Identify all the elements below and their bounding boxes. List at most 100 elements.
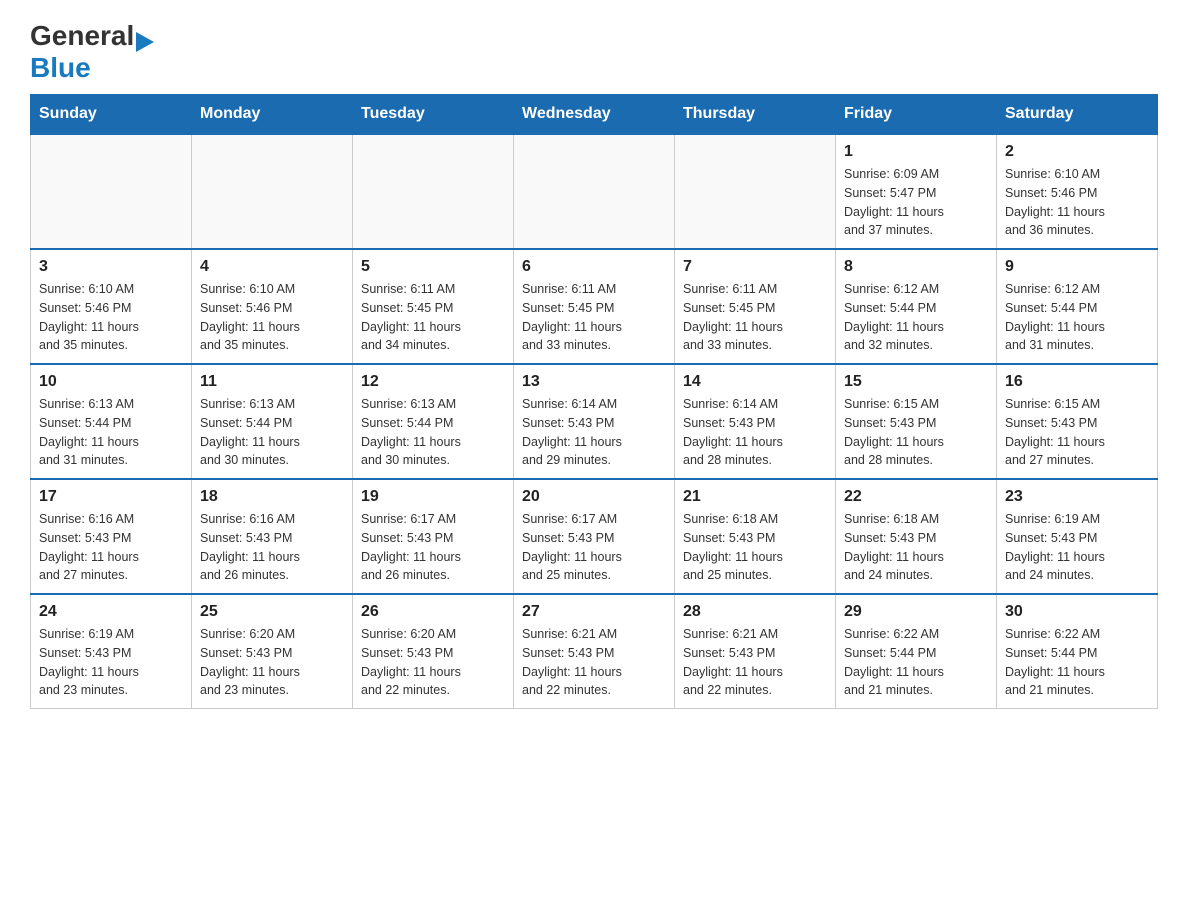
calendar-day-cell: 1 Sunrise: 6:09 AM Sunset: 5:47 PM Daylig…: [836, 134, 997, 249]
calendar-day-cell: [192, 134, 353, 249]
day-info: Sunrise: 6:16 AM Sunset: 5:43 PM Dayligh…: [200, 510, 344, 585]
day-number: 8: [844, 258, 988, 276]
day-info: Sunrise: 6:13 AM Sunset: 5:44 PM Dayligh…: [200, 395, 344, 470]
logo-blue-text: Blue: [30, 52, 91, 84]
day-number: 10: [39, 373, 183, 391]
day-info: Sunrise: 6:21 AM Sunset: 5:43 PM Dayligh…: [522, 625, 666, 700]
day-info: Sunrise: 6:10 AM Sunset: 5:46 PM Dayligh…: [1005, 165, 1149, 240]
calendar-day-cell: 13Sunrise: 6:14 AM Sunset: 5:43 PM Dayli…: [514, 364, 675, 479]
day-info: Sunrise: 6:13 AM Sunset: 5:44 PM Dayligh…: [39, 395, 183, 470]
day-info: Sunrise: 6:09 AM Sunset: 5:47 PM Dayligh…: [844, 165, 988, 240]
day-info: Sunrise: 6:12 AM Sunset: 5:44 PM Dayligh…: [844, 280, 988, 355]
day-info: Sunrise: 6:19 AM Sunset: 5:43 PM Dayligh…: [1005, 510, 1149, 585]
day-header-monday: Monday: [192, 95, 353, 135]
day-info: Sunrise: 6:19 AM Sunset: 5:43 PM Dayligh…: [39, 625, 183, 700]
logo-general-text: General: [30, 20, 134, 52]
calendar-day-cell: 20 Sunrise: 6:17 AM Sunset: 5:43 PM Dayli…: [514, 479, 675, 594]
calendar-day-cell: 21 Sunrise: 6:18 AM Sunset: 5:43 PM Dayli…: [675, 479, 836, 594]
calendar-day-cell: 25 Sunrise: 6:20 AM Sunset: 5:43 PM Dayli…: [192, 594, 353, 709]
day-number: 28: [683, 603, 827, 621]
day-info: Sunrise: 6:22 AM Sunset: 5:44 PM Dayligh…: [844, 625, 988, 700]
day-number: 9: [1005, 258, 1149, 276]
calendar-day-cell: 4 Sunrise: 6:10 AM Sunset: 5:46 PM Daylig…: [192, 249, 353, 364]
day-info: Sunrise: 6:10 AM Sunset: 5:46 PM Dayligh…: [39, 280, 183, 355]
day-number: 3: [39, 258, 183, 276]
day-number: 14: [683, 373, 827, 391]
day-number: 24: [39, 603, 183, 621]
day-number: 25: [200, 603, 344, 621]
day-header-friday: Friday: [836, 95, 997, 135]
calendar-day-cell: [353, 134, 514, 249]
calendar-day-cell: 6 Sunrise: 6:11 AM Sunset: 5:45 PM Daylig…: [514, 249, 675, 364]
calendar-week-row: 10 Sunrise: 6:13 AM Sunset: 5:44 PM Dayli…: [31, 364, 1158, 479]
day-number: 19: [361, 488, 505, 506]
day-info: Sunrise: 6:15 AM Sunset: 5:43 PM Dayligh…: [1005, 395, 1149, 470]
calendar-day-cell: 27 Sunrise: 6:21 AM Sunset: 5:43 PM Dayli…: [514, 594, 675, 709]
day-header-saturday: Saturday: [997, 95, 1158, 135]
day-info: Sunrise: 6:10 AM Sunset: 5:46 PM Dayligh…: [200, 280, 344, 355]
day-info: Sunrise: 6:20 AM Sunset: 5:43 PM Dayligh…: [200, 625, 344, 700]
day-number: 1: [844, 143, 988, 161]
calendar-day-cell: 19 Sunrise: 6:17 AM Sunset: 5:43 PM Dayli…: [353, 479, 514, 594]
day-number: 2: [1005, 143, 1149, 161]
day-header-wednesday: Wednesday: [514, 95, 675, 135]
calendar-day-cell: 10 Sunrise: 6:13 AM Sunset: 5:44 PM Dayli…: [31, 364, 192, 479]
calendar-week-row: 24 Sunrise: 6:19 AM Sunset: 5:43 PM Dayli…: [31, 594, 1158, 709]
day-info: Sunrise: 6:15 AM Sunset: 5:43 PM Dayligh…: [844, 395, 988, 470]
day-header-thursday: Thursday: [675, 95, 836, 135]
day-info: Sunrise: 6:13 AM Sunset: 5:44 PM Dayligh…: [361, 395, 505, 470]
calendar-day-cell: 2 Sunrise: 6:10 AM Sunset: 5:46 PM Daylig…: [997, 134, 1158, 249]
calendar-day-cell: [514, 134, 675, 249]
day-info: Sunrise: 6:16 AM Sunset: 5:43 PM Dayligh…: [39, 510, 183, 585]
day-info: Sunrise: 6:17 AM Sunset: 5:43 PM Dayligh…: [522, 510, 666, 585]
calendar-day-cell: 7Sunrise: 6:11 AM Sunset: 5:45 PM Daylig…: [675, 249, 836, 364]
day-info: Sunrise: 6:17 AM Sunset: 5:43 PM Dayligh…: [361, 510, 505, 585]
calendar-day-cell: 11 Sunrise: 6:13 AM Sunset: 5:44 PM Dayli…: [192, 364, 353, 479]
calendar-day-cell: 9 Sunrise: 6:12 AM Sunset: 5:44 PM Daylig…: [997, 249, 1158, 364]
day-number: 22: [844, 488, 988, 506]
calendar-day-cell: 30 Sunrise: 6:22 AM Sunset: 5:44 PM Dayli…: [997, 594, 1158, 709]
calendar-week-row: 1 Sunrise: 6:09 AM Sunset: 5:47 PM Daylig…: [31, 134, 1158, 249]
day-number: 23: [1005, 488, 1149, 506]
calendar-day-cell: 17 Sunrise: 6:16 AM Sunset: 5:43 PM Dayli…: [31, 479, 192, 594]
calendar-day-cell: 18Sunrise: 6:16 AM Sunset: 5:43 PM Dayli…: [192, 479, 353, 594]
day-number: 12: [361, 373, 505, 391]
day-number: 5: [361, 258, 505, 276]
day-header-tuesday: Tuesday: [353, 95, 514, 135]
logo: General Blue: [30, 20, 136, 84]
day-number: 20: [522, 488, 666, 506]
day-info: Sunrise: 6:11 AM Sunset: 5:45 PM Dayligh…: [522, 280, 666, 355]
day-number: 17: [39, 488, 183, 506]
day-info: Sunrise: 6:12 AM Sunset: 5:44 PM Dayligh…: [1005, 280, 1149, 355]
calendar-day-cell: [675, 134, 836, 249]
day-number: 30: [1005, 603, 1149, 621]
calendar-day-cell: 26 Sunrise: 6:20 AM Sunset: 5:43 PM Dayli…: [353, 594, 514, 709]
calendar-header-row: SundayMondayTuesdayWednesdayThursdayFrid…: [31, 95, 1158, 135]
calendar-week-row: 3 Sunrise: 6:10 AM Sunset: 5:46 PM Daylig…: [31, 249, 1158, 364]
calendar-day-cell: [31, 134, 192, 249]
day-number: 16: [1005, 373, 1149, 391]
calendar-day-cell: 15 Sunrise: 6:15 AM Sunset: 5:43 PM Dayli…: [836, 364, 997, 479]
day-number: 6: [522, 258, 666, 276]
day-info: Sunrise: 6:18 AM Sunset: 5:43 PM Dayligh…: [683, 510, 827, 585]
day-info: Sunrise: 6:14 AM Sunset: 5:43 PM Dayligh…: [683, 395, 827, 470]
page-header: General Blue: [30, 20, 1158, 84]
day-info: Sunrise: 6:18 AM Sunset: 5:43 PM Dayligh…: [844, 510, 988, 585]
day-number: 26: [361, 603, 505, 621]
day-info: Sunrise: 6:20 AM Sunset: 5:43 PM Dayligh…: [361, 625, 505, 700]
day-number: 4: [200, 258, 344, 276]
day-number: 11: [200, 373, 344, 391]
day-number: 27: [522, 603, 666, 621]
day-number: 29: [844, 603, 988, 621]
calendar-day-cell: 14 Sunrise: 6:14 AM Sunset: 5:43 PM Dayli…: [675, 364, 836, 479]
calendar-day-cell: 16 Sunrise: 6:15 AM Sunset: 5:43 PM Dayli…: [997, 364, 1158, 479]
day-number: 21: [683, 488, 827, 506]
calendar-day-cell: 29 Sunrise: 6:22 AM Sunset: 5:44 PM Dayli…: [836, 594, 997, 709]
calendar-day-cell: 23 Sunrise: 6:19 AM Sunset: 5:43 PM Dayli…: [997, 479, 1158, 594]
calendar-table: SundayMondayTuesdayWednesdayThursdayFrid…: [30, 94, 1158, 709]
day-info: Sunrise: 6:22 AM Sunset: 5:44 PM Dayligh…: [1005, 625, 1149, 700]
calendar-day-cell: 5Sunrise: 6:11 AM Sunset: 5:45 PM Daylig…: [353, 249, 514, 364]
day-number: 15: [844, 373, 988, 391]
day-info: Sunrise: 6:11 AM Sunset: 5:45 PM Dayligh…: [683, 280, 827, 355]
day-info: Sunrise: 6:14 AM Sunset: 5:43 PM Dayligh…: [522, 395, 666, 470]
